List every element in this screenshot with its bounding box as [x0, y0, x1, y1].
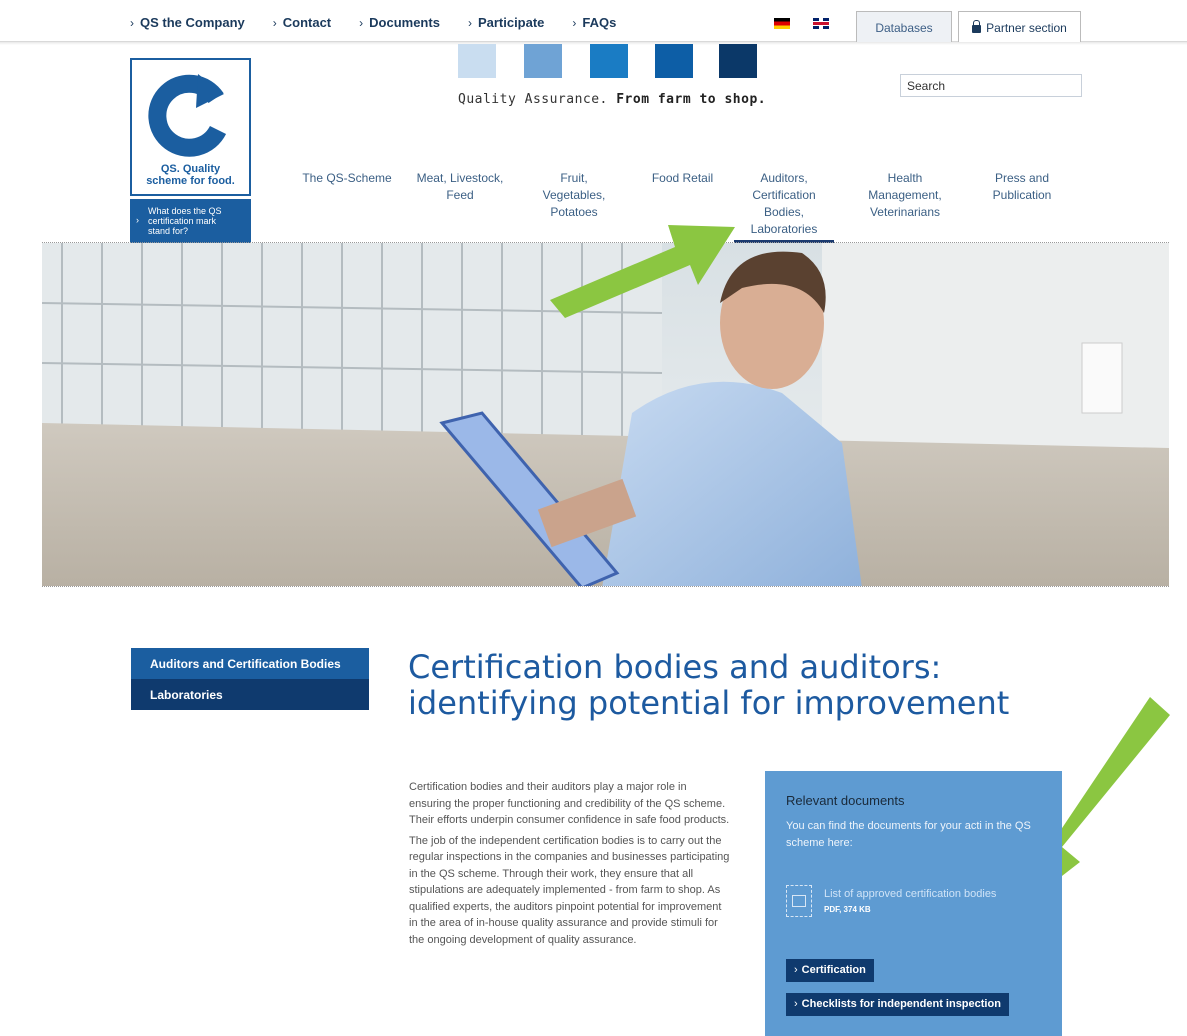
top-link-label: Contact — [282, 15, 332, 30]
top-link-label: FAQs — [582, 15, 617, 30]
annotation-arrow-icon — [550, 225, 735, 318]
info-link-line: certification mark — [148, 216, 217, 226]
docs-heading: Relevant documents — [786, 793, 905, 808]
sidebar-item-laboratories[interactable]: Laboratories — [131, 679, 369, 710]
body-text: Certification bodies and their auditors … — [409, 779, 731, 952]
body-paragraph: The job of the independent certification… — [409, 834, 730, 946]
tagline: Quality Assurance. From farm to shop. — [458, 92, 766, 107]
color-square — [590, 44, 628, 78]
chevron-right-icon: › — [136, 215, 139, 225]
nav-item-meat-livestock-feed[interactable]: Meat, Livestock, Feed — [405, 170, 515, 204]
title-line: Certification bodies and auditors: — [408, 648, 942, 686]
databases-tab[interactable]: Databases — [856, 11, 952, 43]
nav-label-line: Health — [887, 171, 923, 185]
sidebar-item-label: Auditors and Certification Bodies — [150, 657, 341, 671]
uk-flag-icon[interactable] — [813, 18, 829, 29]
color-square — [458, 44, 496, 78]
checklists-button[interactable]: › Checklists for independent inspection — [786, 993, 1009, 1016]
page-title: Certification bodies and auditors: ident… — [408, 649, 1048, 721]
nav-label-line: Feed — [446, 188, 474, 202]
top-link-faqs[interactable]: › FAQs — [572, 15, 616, 30]
title-line: identifying potential for improvement — [408, 684, 1010, 722]
logo-text-line: QS. Quality — [160, 163, 221, 175]
sidebar: Auditors and Certification Bodies Labora… — [131, 648, 369, 710]
chevron-right-icon: › — [572, 15, 577, 30]
color-square — [524, 44, 562, 78]
button-label: Checklists for independent inspection — [801, 998, 1001, 1010]
chevron-right-icon: › — [272, 15, 277, 30]
tagline-prefix: Quality Assurance. — [458, 92, 608, 107]
nav-label-line: Vegetables, — [542, 188, 606, 202]
info-link-line: stand for? — [148, 226, 189, 236]
top-link-label: QS the Company — [140, 15, 245, 30]
nav-item-auditors-laboratories[interactable]: Auditors, Certification Bodies, Laboratorie… — [734, 170, 834, 243]
nav-label-line: Auditors, — [760, 171, 808, 185]
relevant-documents-box: Relevant documents You can find the docu… — [765, 771, 1062, 1036]
nav-label-line: Publication — [992, 188, 1052, 202]
nav-item-food-retail[interactable]: Food Retail — [635, 170, 730, 187]
top-link-label: Participate — [477, 15, 545, 30]
color-square — [655, 44, 693, 78]
partner-tab-label: Partner section — [986, 20, 1067, 35]
nav-item-press-publication[interactable]: Press and Publication — [972, 170, 1072, 204]
tagline-bold: From farm to shop. — [616, 92, 767, 107]
nav-label-line: Veterinarians — [869, 205, 941, 219]
search-input[interactable]: Search — [900, 74, 1082, 97]
doc-meta: PDF, 374 KB — [824, 905, 871, 914]
top-link-company[interactable]: › QS the Company — [130, 15, 245, 30]
sidebar-item-auditors[interactable]: Auditors and Certification Bodies — [131, 648, 369, 679]
nav-label-line: Food Retail — [651, 171, 714, 185]
sidebar-item-label: Laboratories — [150, 688, 223, 702]
qs-mark-info-link[interactable]: › What does the QS certification mark st… — [130, 199, 251, 245]
doc-link[interactable]: List of approved certification bodies — [824, 888, 996, 900]
lock-icon — [972, 19, 982, 33]
chevron-right-icon: › — [359, 15, 364, 30]
nav-label-line: Management, — [868, 188, 942, 202]
qs-circular-arrow-icon — [148, 74, 227, 157]
top-link-label: Documents — [369, 15, 440, 30]
top-links: › QS the Company › Contact › Documents › Par… — [130, 15, 644, 30]
qs-logo[interactable]: QS. Quality scheme for food. — [130, 58, 251, 196]
partner-section-tab[interactable]: Partner section — [958, 11, 1081, 43]
logo-text-line: scheme for food. — [146, 175, 235, 187]
top-bar: › QS the Company › Contact › Documents › Par… — [0, 0, 1187, 45]
certification-button[interactable]: › Certification — [786, 959, 874, 982]
nav-label-line: Certification — [752, 188, 816, 202]
body-paragraph: Certification bodies and their auditors … — [409, 781, 730, 826]
nav-label-line: Laboratories — [750, 222, 818, 236]
button-label: Certification — [801, 964, 866, 976]
chevron-right-icon: › — [794, 998, 798, 1010]
nav-label-line: Press and — [994, 171, 1050, 185]
databases-tab-label: Databases — [875, 20, 933, 35]
chevron-right-icon: › — [467, 15, 472, 30]
nav-item-health-management[interactable]: Health Management, Veterinarians — [850, 170, 960, 221]
chevron-right-icon: › — [794, 964, 798, 976]
nav-label-line: Fruit, — [560, 171, 588, 185]
nav-label-line: Bodies, — [763, 205, 805, 219]
docs-intro: You can find the documents for your acti… — [786, 820, 1031, 849]
pdf-download-icon[interactable] — [786, 885, 812, 917]
info-link-line: What does the QS — [148, 206, 222, 216]
logo-text: QS. Quality scheme for food. — [132, 163, 249, 187]
nav-label-line: The QS-Scheme — [302, 171, 392, 185]
color-square — [719, 44, 757, 78]
top-link-participate[interactable]: › Participate — [468, 15, 544, 30]
top-link-contact[interactable]: › Contact — [273, 15, 331, 30]
german-flag-icon[interactable] — [774, 18, 790, 29]
top-link-documents[interactable]: › Documents — [359, 15, 440, 30]
chevron-right-icon: › — [130, 15, 134, 30]
nav-item-qs-scheme[interactable]: The QS-Scheme — [292, 170, 402, 187]
nav-label-line: Meat, Livestock, — [416, 171, 504, 185]
